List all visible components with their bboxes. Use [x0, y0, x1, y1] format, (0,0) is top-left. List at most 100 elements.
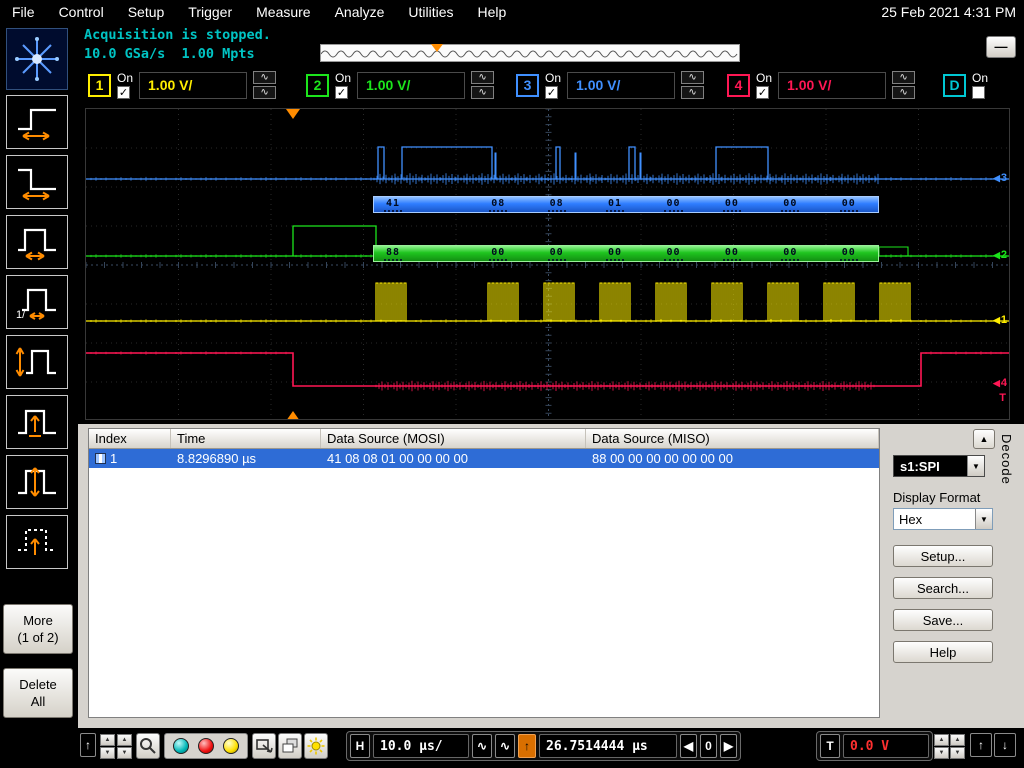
marker-up-button[interactable]: ↑	[80, 733, 96, 757]
more-button[interactable]: More (1 of 2)	[3, 604, 73, 654]
glitch-icon[interactable]: 1/	[6, 275, 68, 329]
menu-control[interactable]: Control	[47, 4, 116, 20]
scroll-down-button[interactable]: ↓	[994, 733, 1016, 757]
red-marker-icon[interactable]	[198, 738, 214, 754]
spin-up-icon[interactable]: ▲	[934, 734, 949, 746]
channel-2-checkbox[interactable]: ✓	[335, 85, 348, 99]
channel-4-checkbox[interactable]: ✓	[756, 85, 769, 99]
trigger-level-readout[interactable]: 0.0 V	[843, 734, 929, 758]
horizontal-button[interactable]: H	[350, 734, 370, 758]
brightness-button[interactable]	[304, 733, 328, 759]
channel-3-wave2-icon[interactable]: ∿	[681, 86, 705, 99]
column-mosi[interactable]: Data Source (MOSI)	[321, 429, 586, 448]
spin-down-icon[interactable]: ▼	[100, 747, 115, 759]
zoom-tool-button[interactable]	[136, 733, 160, 759]
digital-channel-button[interactable]: D	[943, 73, 966, 97]
pulse-width-icon[interactable]	[6, 215, 68, 269]
help-button[interactable]: Help	[893, 641, 993, 663]
spin-down-icon[interactable]: ▼	[934, 747, 949, 759]
menu-analyze[interactable]: Analyze	[323, 4, 397, 20]
zero-position-button[interactable]: 0	[700, 734, 717, 758]
runt-pulse-icon[interactable]	[6, 395, 68, 449]
trigger-level-marker[interactable]: T	[999, 392, 1006, 404]
save-button[interactable]: Save...	[893, 609, 993, 631]
channel-4-wave-icon[interactable]: ∿	[892, 71, 916, 84]
horizontal-position-readout[interactable]: 26.7514444 µs	[539, 734, 677, 758]
menu-measure[interactable]: Measure	[244, 4, 322, 20]
menu-trigger[interactable]: Trigger	[176, 4, 244, 20]
channel-3-wave-icon[interactable]: ∿	[681, 71, 705, 84]
channel-1-button[interactable]: 1	[88, 73, 111, 97]
panel-collapse-button[interactable]: ▲	[973, 429, 995, 449]
waveform-display[interactable]: 41 08 08 01 00 00 00 00 88 00 00 00 00 0…	[85, 108, 1010, 420]
menu-file[interactable]: File	[0, 4, 47, 20]
trigger-position-marker-icon[interactable]	[431, 44, 443, 52]
pan-zoom-button[interactable]	[252, 733, 276, 759]
channel-4-scale[interactable]: 1.00 V/	[778, 71, 887, 99]
teal-marker-icon[interactable]	[173, 738, 189, 754]
menu-setup[interactable]: Setup	[116, 4, 177, 20]
spin-down-icon[interactable]: ▼	[117, 747, 132, 759]
channel-1-wave-icon[interactable]: ∿	[253, 71, 277, 84]
channel-4-ground-marker[interactable]: ◀ 4	[993, 377, 1007, 389]
channel-4-wave2-icon[interactable]: ∿	[892, 86, 916, 99]
spin-up-icon[interactable]: ▲	[950, 734, 965, 746]
channel-1-controls: 1 On ✓ 1.00 V/ ∿ ∿	[88, 67, 277, 103]
channel-2-wave-icon[interactable]: ∿	[471, 71, 495, 84]
timeout-pulse-icon[interactable]	[6, 515, 68, 569]
channel-2-button[interactable]: 2	[306, 73, 329, 97]
spi-mosi-decode-bus: 41 08 08 01 00 00 00 00	[373, 196, 879, 213]
amplitude-pulse-icon[interactable]	[6, 335, 68, 389]
spin-down-icon[interactable]: ▼	[950, 747, 965, 759]
dropdown-arrow-icon[interactable]: ▼	[975, 509, 992, 529]
marker-color-buttons	[164, 733, 248, 759]
spin-up-icon[interactable]: ▲	[100, 734, 115, 746]
menu-utilities[interactable]: Utilities	[396, 4, 465, 20]
channel-3-scale[interactable]: 1.00 V/	[567, 71, 676, 99]
trigger-button[interactable]: T	[820, 734, 840, 758]
channel-3-button[interactable]: 3	[516, 73, 539, 97]
channel-4-button[interactable]: 4	[727, 73, 750, 97]
decode-source-dropdown[interactable]: s1:SPI ▼	[893, 455, 985, 477]
column-index[interactable]: Index	[89, 429, 171, 448]
channel-3-ground-marker[interactable]: ◀ 3	[993, 172, 1007, 184]
decode-listing-table[interactable]: Index Time Data Source (MOSI) Data Sourc…	[88, 428, 880, 718]
column-time[interactable]: Time	[171, 429, 321, 448]
setup-button[interactable]: Setup...	[893, 545, 993, 567]
column-miso[interactable]: Data Source (MISO)	[586, 429, 879, 448]
dropdown-arrow-icon[interactable]: ▼	[967, 456, 984, 476]
spinner-1: ▲ ▼	[100, 734, 115, 759]
scroll-right-button[interactable]: ▶	[720, 734, 737, 758]
falling-edge-icon[interactable]	[6, 155, 68, 209]
rising-edge-icon[interactable]	[6, 95, 68, 149]
wave-mode-icon[interactable]: ∿	[472, 734, 492, 758]
scroll-left-button[interactable]: ◀	[680, 734, 697, 758]
channel-1-checkbox[interactable]: ✓	[117, 85, 130, 99]
acquisition-preview-bar[interactable]	[320, 44, 740, 62]
yellow-marker-icon[interactable]	[223, 738, 239, 754]
search-button[interactable]: Search...	[893, 577, 993, 599]
window-pulse-icon[interactable]	[6, 455, 68, 509]
scroll-up-button[interactable]: ↑	[970, 733, 992, 757]
table-header: Index Time Data Source (MOSI) Data Sourc…	[89, 429, 879, 449]
channel-1-ground-marker[interactable]: ◀ 1	[993, 314, 1007, 326]
spin-up-icon[interactable]: ▲	[117, 734, 132, 746]
wave-mode2-icon[interactable]: ∿	[495, 734, 515, 758]
table-row[interactable]: 1 8.8296890 µs 41 08 08 01 00 00 00 00 8…	[89, 449, 879, 468]
layers-button[interactable]	[278, 733, 302, 759]
channel-1-wave2-icon[interactable]: ∿	[253, 86, 277, 99]
channel-2-scale[interactable]: 1.00 V/	[357, 71, 466, 99]
menu-help[interactable]: Help	[466, 4, 519, 20]
delete-all-button[interactable]: Delete All	[3, 668, 73, 718]
reference-point-button[interactable]: ↑	[518, 734, 536, 758]
timebase-readout[interactable]: 10.0 µs/	[373, 734, 469, 758]
channel-3-checkbox[interactable]: ✓	[545, 85, 558, 99]
digital-checkbox[interactable]	[972, 85, 985, 99]
minimize-button[interactable]: —	[986, 36, 1016, 58]
scope-logo-icon[interactable]	[6, 28, 68, 90]
display-format-dropdown[interactable]: Hex ▼	[893, 508, 993, 530]
channel-1-scale[interactable]: 1.00 V/	[139, 71, 248, 99]
channel-3-on-label: On	[545, 70, 562, 85]
channel-2-ground-marker[interactable]: ◀ 2	[993, 249, 1007, 261]
channel-2-wave2-icon[interactable]: ∿	[471, 86, 495, 99]
